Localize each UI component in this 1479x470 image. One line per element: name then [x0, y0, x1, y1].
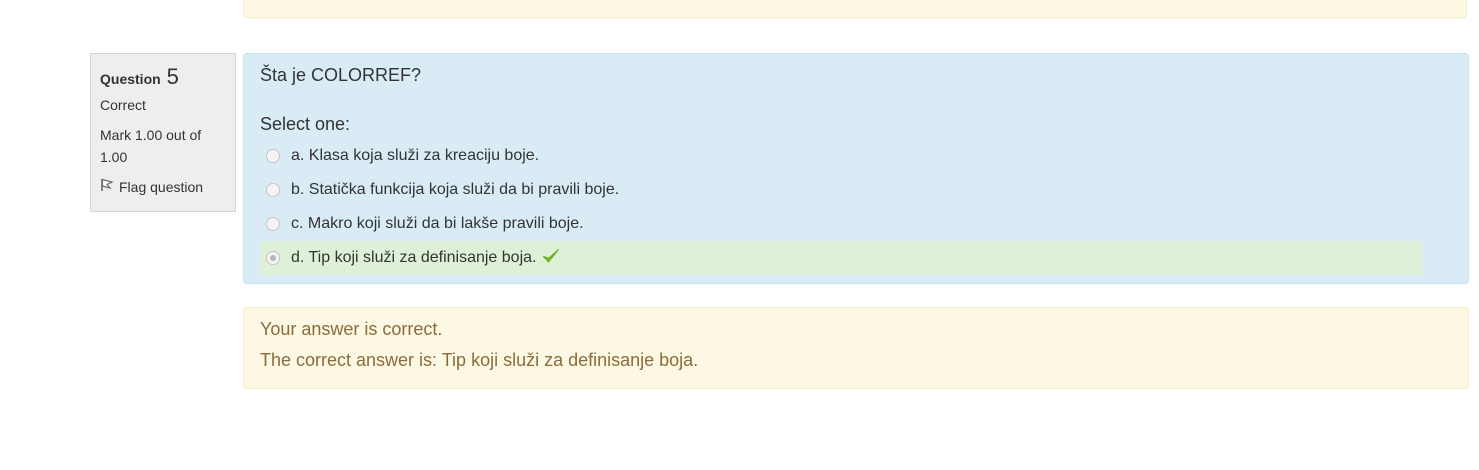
- answer-prompt: Select one:: [260, 114, 351, 134]
- answer-label-b: b. Statička funkcija koja služi da bi pr…: [291, 181, 620, 198]
- correct-check-icon: [542, 248, 560, 269]
- answer-option-a[interactable]: a. Klasa koja služi za kreaciju boje.: [260, 139, 1422, 173]
- previous-question-feedback: [243, 0, 1467, 18]
- quiz-review-page: Question 5 Correct Mark 1.00 out of 1.00…: [0, 0, 1479, 470]
- question-number: Question 5: [100, 64, 226, 90]
- answer-option-d[interactable]: d. Tip koji služi za definisanje boja.: [260, 241, 1422, 275]
- question-formulation: Šta je COLORREF? Select one: a. Klasa ko…: [243, 53, 1469, 284]
- question-info-panel: Question 5 Correct Mark 1.00 out of 1.00…: [90, 53, 236, 212]
- answer-option-b[interactable]: b. Statička funkcija koja služi da bi pr…: [260, 173, 1422, 207]
- answer-option-c[interactable]: c. Makro koji služi da bi lakše pravili …: [260, 207, 1422, 241]
- answer-label-d: d. Tip koji služi za definisanje boja.: [291, 249, 537, 266]
- question-text: Šta je COLORREF?: [260, 65, 422, 85]
- flag-question-link[interactable]: Flag question: [100, 178, 226, 195]
- answer-radio-b[interactable]: [266, 183, 280, 197]
- question-state: Correct: [100, 97, 146, 113]
- flag-question-label: Flag question: [119, 178, 204, 195]
- question-feedback: Your answer is correct. The correct answ…: [243, 307, 1469, 389]
- feedback-result: Your answer is correct.: [260, 319, 443, 339]
- answer-radio-c[interactable]: [266, 217, 280, 231]
- question-label: Question: [100, 71, 161, 87]
- flag-icon: [100, 178, 119, 195]
- answer-label-a: a. Klasa koja služi za kreaciju boje.: [291, 147, 540, 164]
- feedback-right-answer: The correct answer is: Tip koji služi za…: [260, 350, 699, 370]
- answer-label-c: c. Makro koji služi da bi lakše pravili …: [291, 215, 584, 232]
- question-grade: Mark 1.00 out of 1.00: [100, 127, 202, 165]
- answer-radio-a[interactable]: [266, 149, 280, 163]
- answer-radio-d[interactable]: [266, 251, 280, 265]
- question-number-value: 5: [166, 64, 179, 89]
- answer-list: a. Klasa koja služi za kreaciju boje. b.…: [260, 139, 1452, 275]
